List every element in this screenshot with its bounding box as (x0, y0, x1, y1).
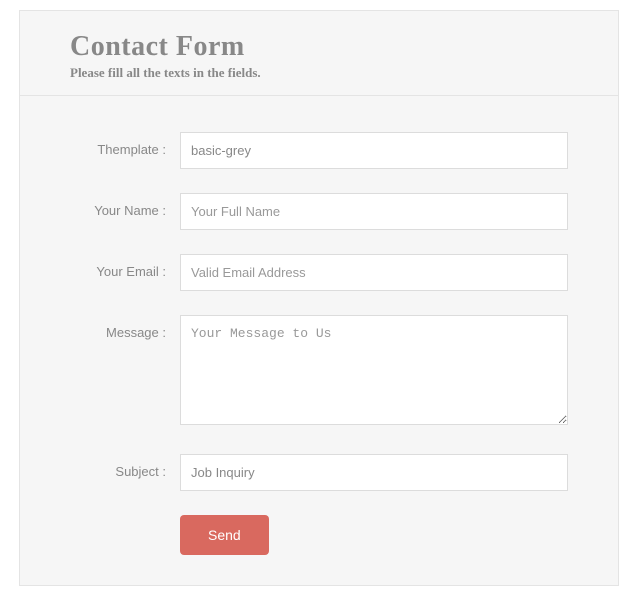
template-row: Themplate : (70, 132, 568, 169)
message-label: Message : (70, 315, 180, 430)
form-body: Themplate : Your Name : Your Email : Mes… (20, 96, 618, 585)
send-button[interactable]: Send (180, 515, 269, 555)
form-header: Contact Form Please fill all the texts i… (20, 11, 618, 96)
email-label: Your Email : (70, 254, 180, 291)
subject-label: Subject : (70, 454, 180, 491)
message-field-wrapper (180, 315, 568, 430)
email-row: Your Email : (70, 254, 568, 291)
name-label: Your Name : (70, 193, 180, 230)
subject-field-wrapper (180, 454, 568, 491)
button-spacer (70, 515, 180, 555)
email-field-wrapper (180, 254, 568, 291)
template-label: Themplate : (70, 132, 180, 169)
message-row: Message : (70, 315, 568, 430)
message-textarea[interactable] (180, 315, 568, 425)
template-input[interactable] (180, 132, 568, 169)
form-subtitle: Please fill all the texts in the fields. (70, 65, 568, 81)
name-input[interactable] (180, 193, 568, 230)
template-field-wrapper (180, 132, 568, 169)
form-title: Contact Form (70, 31, 568, 63)
name-row: Your Name : (70, 193, 568, 230)
button-row: Send (70, 515, 568, 555)
email-input[interactable] (180, 254, 568, 291)
subject-row: Subject : (70, 454, 568, 491)
subject-input[interactable] (180, 454, 568, 491)
name-field-wrapper (180, 193, 568, 230)
contact-form-container: Contact Form Please fill all the texts i… (19, 10, 619, 586)
